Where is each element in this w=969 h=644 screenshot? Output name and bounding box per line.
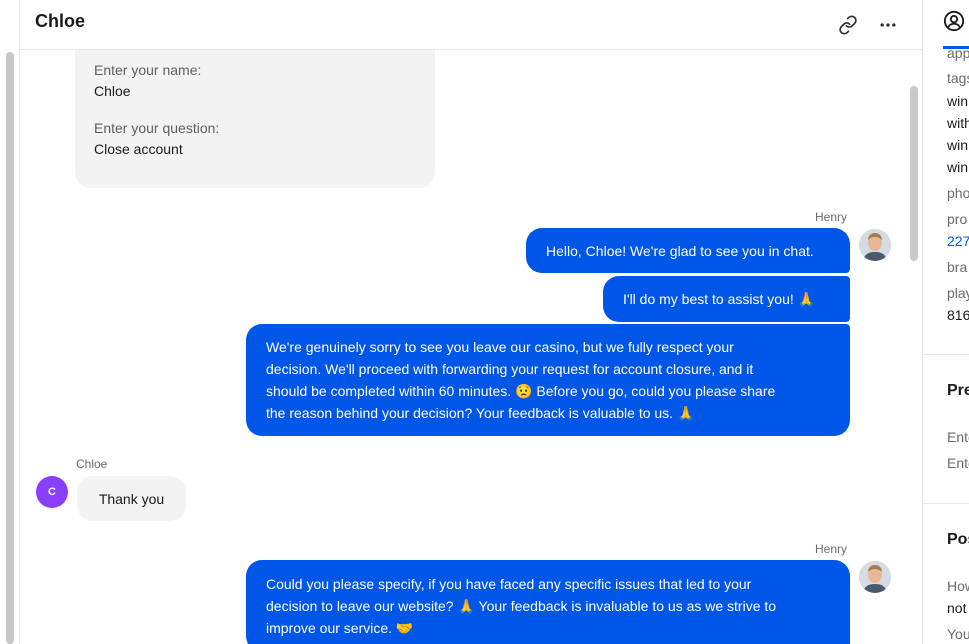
info-field: tags xyxy=(947,70,969,86)
info-field: win xyxy=(947,93,969,109)
message-bubble-outgoing: Could you please specify, if you have fa… xyxy=(246,560,850,644)
section-divider xyxy=(923,354,969,355)
prechat-item: Ente xyxy=(947,455,969,471)
prechat-form-card: Enter your name: Chloe Enter your questi… xyxy=(75,50,435,188)
more-options-button[interactable] xyxy=(873,10,903,40)
postchat-item: You xyxy=(947,626,969,642)
question-value: Close account xyxy=(94,141,183,157)
info-field: win xyxy=(947,159,969,175)
chat-header: Chloe xyxy=(20,0,922,50)
postchat-item: How xyxy=(947,578,969,594)
message-bubble-outgoing: Hello, Chloe! We're glad to see you in c… xyxy=(526,228,850,273)
message-line: decision. We'll proceed with forwarding … xyxy=(266,361,754,377)
chat-app: Chloe Enter your name: Chloe Enter your … xyxy=(0,0,969,644)
message-line: improve our service. 🤝 xyxy=(266,620,414,636)
visitor-tab[interactable] xyxy=(943,10,969,40)
copy-link-button[interactable] xyxy=(833,10,863,40)
prechat-item: Ente xyxy=(947,429,969,445)
name-value: Chloe xyxy=(94,83,131,99)
info-field: app xyxy=(947,45,969,61)
sender-name: Chloe xyxy=(76,457,108,471)
info-field: play xyxy=(947,285,969,301)
chat-messages[interactable]: Enter your name: Chloe Enter your questi… xyxy=(20,50,922,644)
message-line: decision to leave our website? 🙏 Your fe… xyxy=(266,598,777,614)
section-heading[interactable]: Pre xyxy=(947,382,969,400)
agent-avatar-icon xyxy=(859,561,891,593)
info-field: with xyxy=(947,115,969,131)
info-field: 816 xyxy=(947,307,969,323)
agent-avatar xyxy=(859,561,891,593)
user-circle-icon xyxy=(943,10,965,32)
sender-name: Henry xyxy=(815,542,848,556)
info-field: pho xyxy=(947,185,969,201)
message-line: Could you please specify, if you have fa… xyxy=(266,576,752,592)
visitor-info-panel: app tags win with win win pho pro 227 br… xyxy=(922,0,969,644)
message-bubble-outgoing: I'll do my best to assist you! 🙏 xyxy=(603,276,850,322)
postchat-item: not xyxy=(947,600,967,616)
info-field: win xyxy=(947,137,969,153)
info-field: pro xyxy=(947,211,968,227)
message-text: I'll do my best to assist you! 🙏 xyxy=(623,291,816,307)
question-label: Enter your question: xyxy=(94,120,220,136)
agent-avatar xyxy=(859,229,891,261)
name-label: Enter your name: xyxy=(94,62,202,78)
message-text: Thank you xyxy=(98,490,165,507)
section-heading[interactable]: Pos xyxy=(947,531,969,549)
more-horizontal-icon xyxy=(880,23,896,27)
message-line: the reason behind your decision? Your fe… xyxy=(266,405,695,421)
message-line: We're genuinely sorry to see you leave o… xyxy=(266,339,734,355)
section-divider xyxy=(923,503,969,504)
message-bubble-outgoing: We're genuinely sorry to see you leave o… xyxy=(246,324,850,436)
agent-avatar-icon xyxy=(859,229,891,261)
link-icon xyxy=(839,15,857,35)
message-text: Hello, Chloe! We're glad to see you in c… xyxy=(546,242,814,259)
sender-name: Henry xyxy=(815,210,848,224)
info-link[interactable]: 227 xyxy=(947,233,969,249)
info-field: bra xyxy=(947,259,968,275)
chat-title: Chloe xyxy=(35,11,86,31)
user-avatar-initial: C xyxy=(48,486,56,498)
message-line: should be completed within 60 minutes. 😟… xyxy=(266,383,776,399)
left-scrollbar[interactable] xyxy=(6,52,14,644)
chat-scrollbar-thumb[interactable] xyxy=(910,86,918,261)
message-bubble-incoming: Thank you xyxy=(77,476,186,521)
user-avatar: C xyxy=(36,476,68,508)
